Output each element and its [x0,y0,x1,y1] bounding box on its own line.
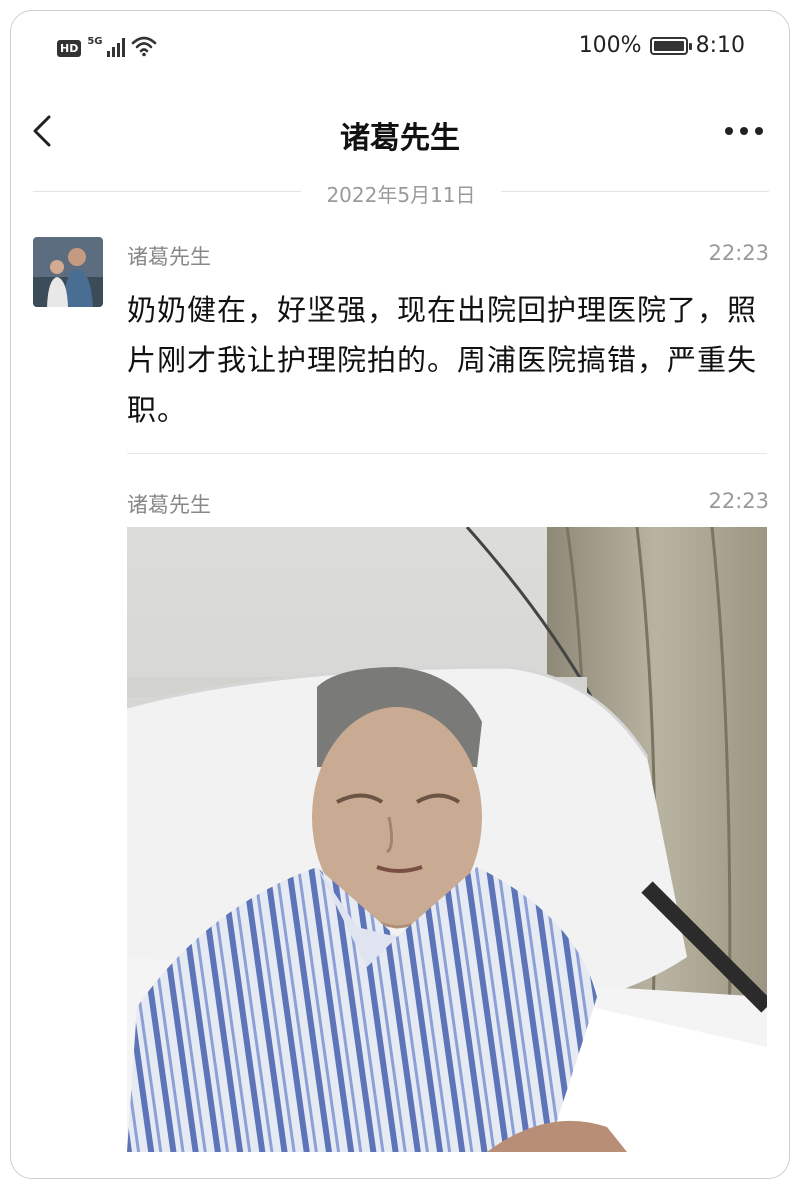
status-right: 100% 8:10 [579,33,745,58]
battery-icon [649,36,692,55]
message-sender: 诸葛先生 [127,493,211,517]
message-sender: 诸葛先生 [127,245,211,269]
battery-percent: 100% [578,33,642,58]
avatar[interactable] [33,237,103,307]
status-bar: HD 5G 100% 8:10 [11,11,789,83]
hd-badge: HD [57,40,82,57]
status-time: 8:10 [695,33,745,58]
message-time: 22:23 [708,489,769,513]
signal-icon [106,37,125,57]
divider-line-right [501,191,769,192]
message-time: 22:23 [708,241,769,265]
message-text[interactable]: 奶奶健在，好坚强，现在出院回护理医院了，照片刚才我让护理院拍的。周浦医院搞错，严… [127,285,757,435]
ellipsis-icon[interactable] [725,121,767,141]
wifi-icon [131,36,156,57]
chat-title: 诸葛先生 [340,121,460,156]
hospital-photo [127,527,767,1152]
network-label: 5G [87,36,103,47]
status-left: HD 5G [57,35,157,57]
chat-screen: HD 5G 100% 8:10 诸葛先生 2022年5月11日 诸葛先生 22:… [10,10,790,1179]
nav-bar: 诸葛先生 [11,95,789,167]
message-separator [127,453,767,454]
battery-fill [653,40,684,51]
date-divider: 2022年5月11日 [33,179,769,207]
date-label: 2022年5月11日 [326,183,476,207]
message-photo[interactable] [127,527,767,1152]
avatar-image [33,237,103,307]
